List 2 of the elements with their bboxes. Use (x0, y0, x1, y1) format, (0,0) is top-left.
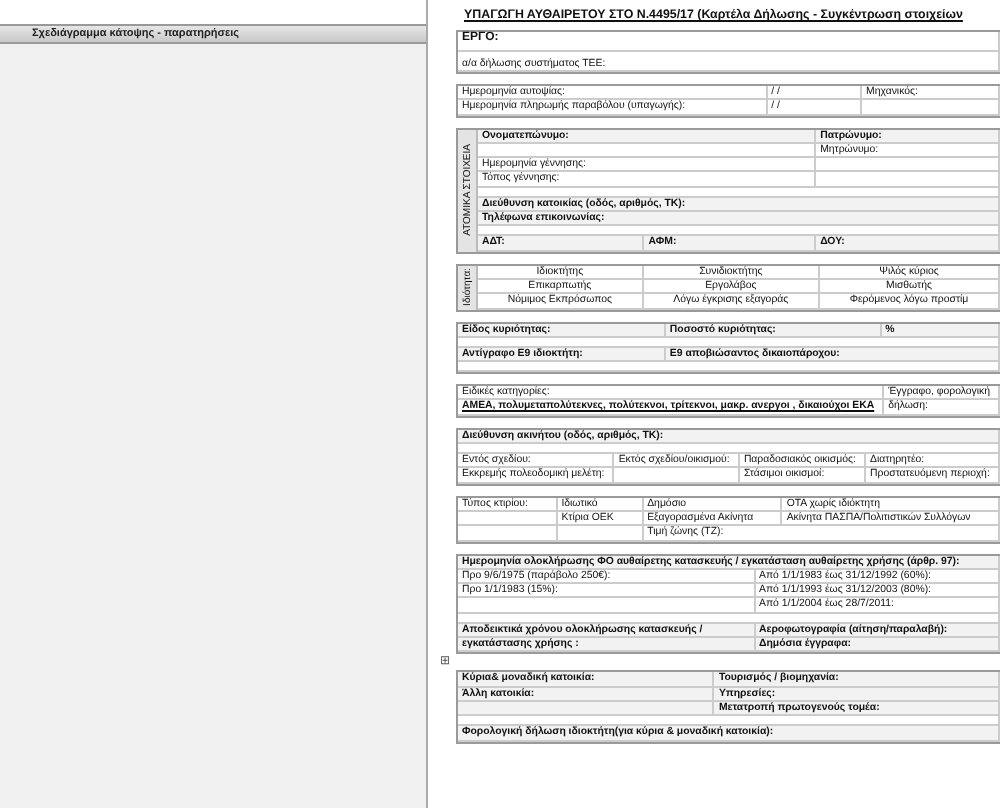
table-cell (862, 100, 1000, 116)
table-cell (614, 468, 740, 484)
